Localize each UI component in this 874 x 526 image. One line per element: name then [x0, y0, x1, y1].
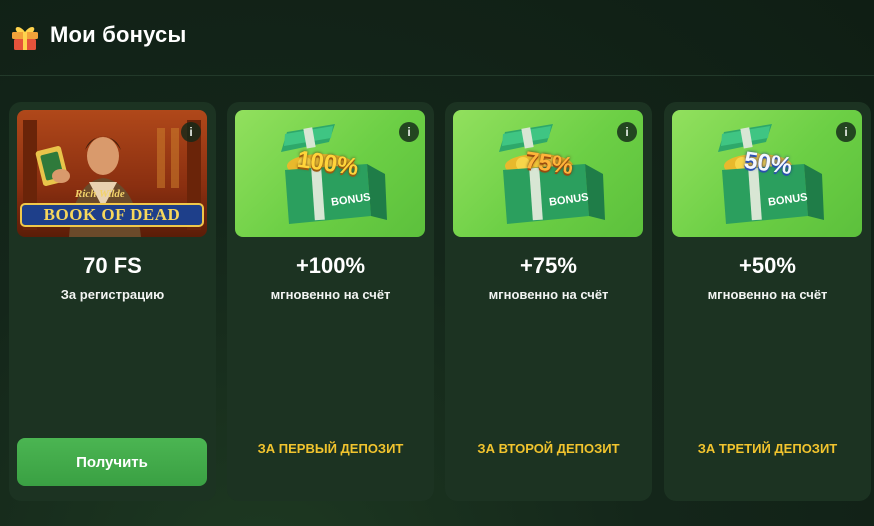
- bonus-card-first-deposit: 100% BONUS i +100% мгновенно на счёт ЗА …: [227, 102, 434, 501]
- bonus-amount: +50%: [739, 253, 796, 278]
- page-title: Мои бонусы: [50, 22, 187, 47]
- bonus-condition: ЗА ПЕРВЫЙ ДЕПОЗИТ: [257, 441, 404, 456]
- book-of-dead-slot-image: Rich Wilde BOOK OF DEAD: [17, 110, 207, 237]
- bonus-chest-icon: 100% BONUS: [235, 110, 425, 237]
- bonus-description: мгновенно на счёт: [488, 287, 609, 302]
- bonus-description: За регистрацию: [60, 287, 165, 302]
- bonus-condition: ЗА ТРЕТИЙ ДЕПОЗИТ: [697, 441, 838, 456]
- info-icon[interactable]: i: [399, 122, 419, 142]
- bonus-condition: ЗА ВТОРОЙ ДЕПОЗИТ: [477, 441, 620, 456]
- slot-logo-subtitle: Rich Wilde: [75, 188, 125, 200]
- gift-icon: [12, 27, 38, 50]
- bonus-amount: +100%: [295, 253, 366, 278]
- bonus-amount: 70 FS: [83, 253, 142, 278]
- bonus-chest-icon: 50% BONUS: [672, 110, 862, 237]
- bonus-description: мгновенно на счёт: [707, 287, 828, 302]
- bonus-card-third-deposit: 50% BONUS i +50% мгновенно на счёт ЗА ТР…: [664, 102, 871, 501]
- info-icon[interactable]: i: [181, 122, 201, 142]
- claim-button[interactable]: Получить: [17, 438, 207, 486]
- bonus-amount: +75%: [520, 253, 577, 278]
- bonus-card-free-spins: Rich Wilde BOOK OF DEAD i 70 FS За регис…: [9, 102, 216, 501]
- bonus-chest-icon: 75% BONUS: [453, 110, 643, 237]
- bonus-card-second-deposit: 75% BONUS i +75% мгновенно на счёт ЗА ВТ…: [445, 102, 652, 501]
- page-header: Мои бонусы: [0, 0, 874, 76]
- info-icon[interactable]: i: [617, 122, 637, 142]
- slot-logo-title: BOOK OF DEAD: [43, 205, 181, 224]
- info-icon[interactable]: i: [836, 122, 856, 142]
- bonus-description: мгновенно на счёт: [270, 287, 391, 302]
